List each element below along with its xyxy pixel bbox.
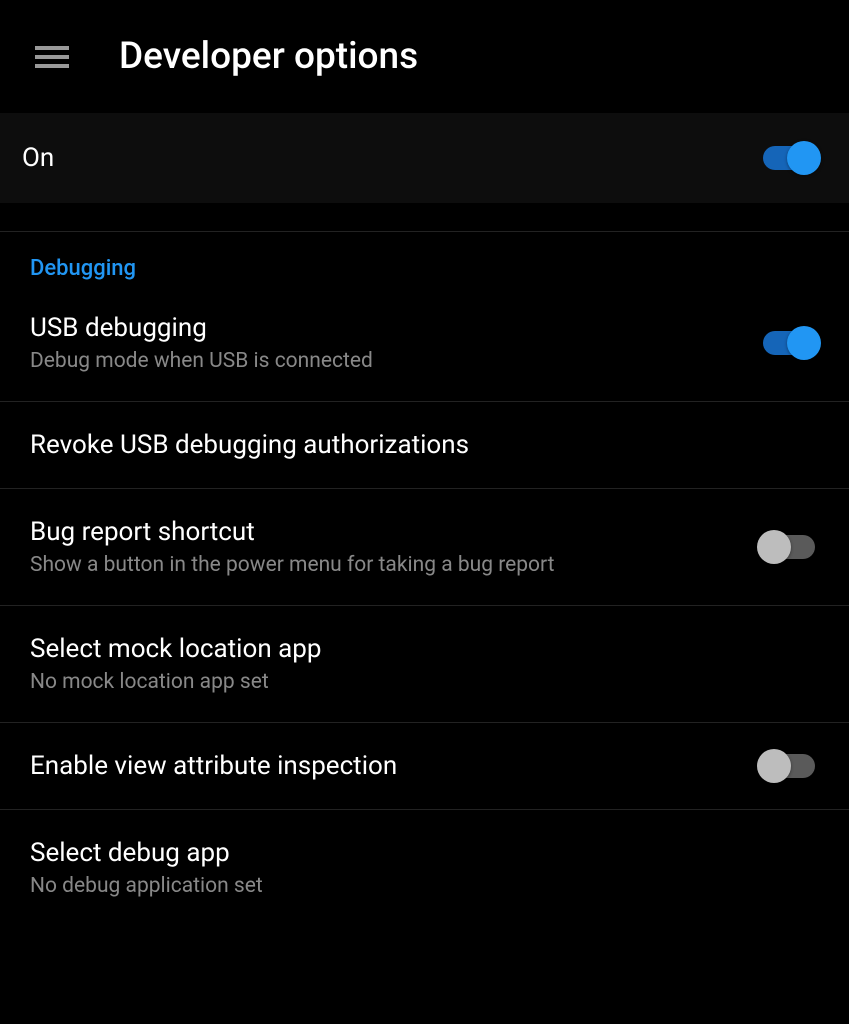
usb-debugging-toggle[interactable] (759, 331, 819, 355)
hamburger-menu-icon[interactable] (35, 46, 69, 68)
setting-subtitle: Show a button in the power menu for taki… (30, 553, 739, 577)
master-toggle-row[interactable]: On (0, 113, 849, 203)
master-toggle-label: On (22, 143, 54, 173)
view-attribute-toggle[interactable] (759, 754, 819, 778)
setting-revoke-auth[interactable]: Revoke USB debugging authorizations (0, 402, 849, 489)
setting-subtitle: No mock location app set (30, 670, 819, 694)
setting-mock-location[interactable]: Select mock location app No mock locatio… (0, 606, 849, 723)
setting-view-attribute[interactable]: Enable view attribute inspection (0, 723, 849, 810)
setting-bug-report[interactable]: Bug report shortcut Show a button in the… (0, 489, 849, 606)
setting-title: Enable view attribute inspection (30, 751, 739, 781)
app-header: Developer options (0, 0, 849, 113)
page-title: Developer options (119, 35, 418, 78)
setting-title: USB debugging (30, 313, 739, 343)
bug-report-toggle[interactable] (759, 535, 819, 559)
setting-title: Select mock location app (30, 634, 819, 664)
master-toggle[interactable] (759, 146, 819, 170)
setting-title: Bug report shortcut (30, 517, 739, 547)
setting-title: Revoke USB debugging authorizations (30, 430, 819, 460)
setting-title: Select debug app (30, 838, 819, 868)
setting-select-debug[interactable]: Select debug app No debug application se… (0, 810, 849, 926)
section-title: Debugging (30, 256, 819, 281)
setting-subtitle: No debug application set (30, 874, 819, 898)
setting-subtitle: Debug mode when USB is connected (30, 349, 739, 373)
setting-usb-debugging[interactable]: USB debugging Debug mode when USB is con… (0, 285, 849, 402)
section-header-debugging: Debugging (0, 231, 849, 285)
